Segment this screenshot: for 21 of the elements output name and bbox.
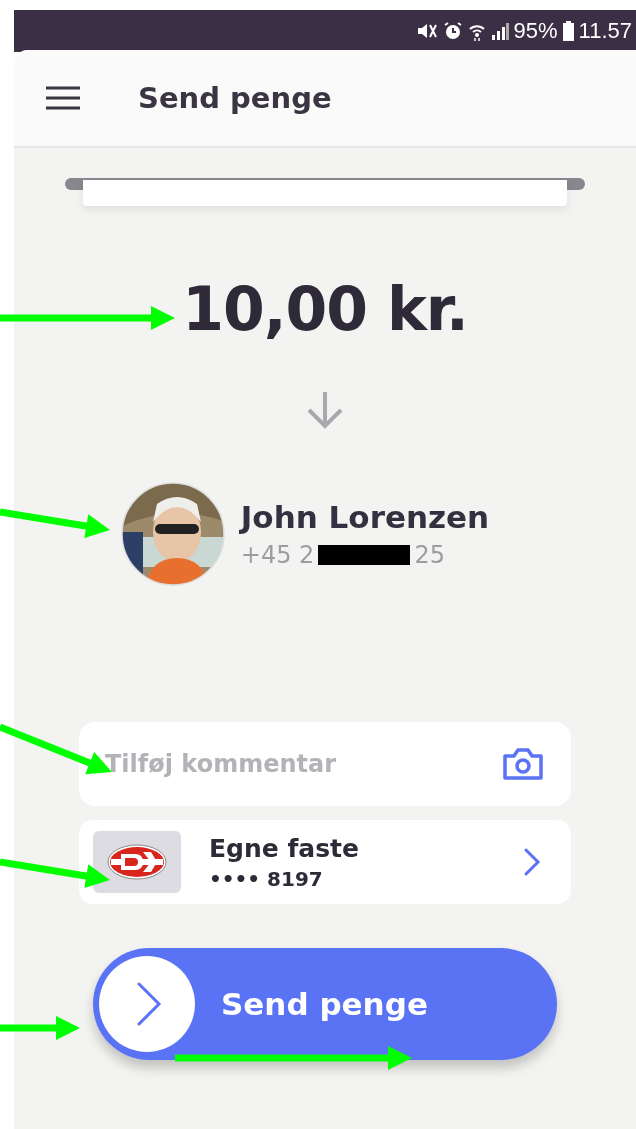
page-title: Send penge [138, 81, 332, 115]
clock-time: 11.57 [578, 18, 632, 44]
phone-number-start: +45 2 [240, 541, 315, 569]
comment-field[interactable]: Tilføj kommentar [79, 722, 571, 806]
chevron-right-icon [99, 956, 195, 1052]
mute-icon [415, 21, 438, 41]
account-card[interactable]: Egne faste •••• 8197 [79, 820, 571, 904]
battery-icon [562, 21, 574, 41]
account-number: •••• 8197 [209, 866, 324, 891]
recipient-name: John Lorenzen [240, 499, 490, 535]
send-button[interactable]: Send penge [93, 948, 557, 1060]
phone-number-end: 25 [414, 541, 445, 569]
camera-icon[interactable] [501, 746, 545, 782]
signal-icon [490, 22, 509, 40]
menu-icon[interactable] [46, 86, 80, 110]
amount-text: 10,00 kr. [182, 274, 468, 344]
chevron-right-icon [523, 847, 541, 877]
alarm-icon [442, 21, 463, 41]
battery-percent: 95% [513, 18, 558, 44]
account-name: Egne faste [209, 833, 360, 863]
dankort-logo-icon [107, 844, 167, 880]
